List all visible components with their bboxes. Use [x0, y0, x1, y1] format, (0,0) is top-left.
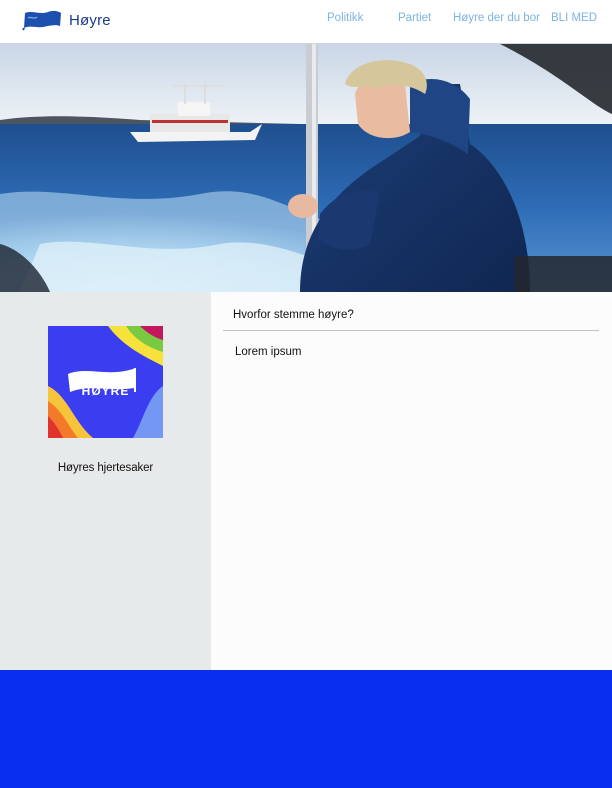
- flag-logo-icon: [22, 10, 61, 31]
- site-footer: [0, 670, 612, 788]
- sidebar: HØYRE Høyres hjertesaker: [0, 292, 211, 670]
- hero-image: [0, 44, 612, 292]
- nav-link-bli-med[interactable]: BLI MED: [551, 12, 597, 24]
- site-header: Høyre Politikk Partiet Høyre der du bor …: [0, 0, 612, 44]
- sidebar-caption[interactable]: Høyres hjertesaker: [0, 462, 211, 474]
- nav-link-hoyre-der-du-bor[interactable]: Høyre der du bor: [453, 12, 540, 24]
- nav-link-partiet[interactable]: Partiet: [398, 12, 431, 24]
- rainbow-logo-text: HØYRE: [81, 384, 130, 398]
- section-heading: Hvorfor stemme høyre?: [233, 309, 354, 321]
- main-content: Hvorfor stemme høyre? Lorem ipsum: [211, 292, 612, 670]
- nav-link-politikk[interactable]: Politikk: [327, 12, 363, 24]
- brand-logo[interactable]: Høyre: [22, 9, 111, 31]
- section-body: Lorem ipsum: [235, 346, 302, 358]
- heading-divider: [223, 330, 599, 331]
- rainbow-logo-icon: [48, 326, 163, 438]
- hoyre-rainbow-logo[interactable]: HØYRE: [48, 326, 163, 438]
- brand-name: Høyre: [69, 11, 111, 29]
- hero-photo: [0, 44, 612, 292]
